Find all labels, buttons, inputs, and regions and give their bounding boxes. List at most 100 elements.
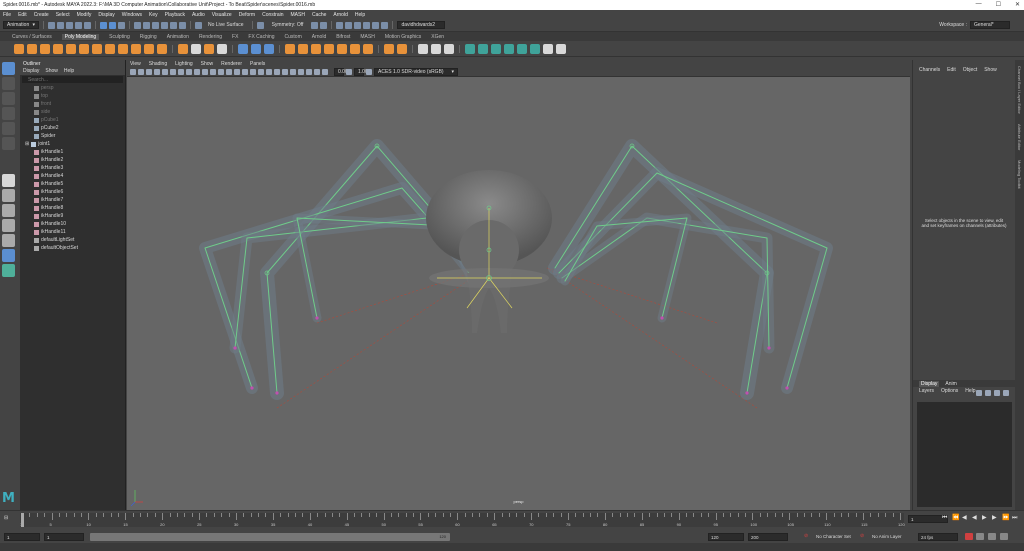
step-forward-key-icon[interactable]: ⏩ bbox=[1002, 515, 1009, 521]
menu-help[interactable]: Help bbox=[355, 12, 365, 18]
layer-menu-options[interactable]: Options bbox=[941, 388, 958, 394]
menu-windows[interactable]: Windows bbox=[122, 12, 142, 18]
search-icon[interactable] bbox=[2, 264, 15, 277]
target-weld-icon[interactable] bbox=[444, 43, 454, 54]
outliner-item[interactable]: ikHandle8 bbox=[20, 204, 125, 212]
multi-cut-icon[interactable] bbox=[363, 43, 373, 54]
field-chart-icon[interactable] bbox=[194, 68, 200, 75]
torus-icon[interactable] bbox=[66, 43, 76, 54]
menu-deform[interactable]: Deform bbox=[239, 12, 255, 18]
select-object-icon[interactable] bbox=[109, 21, 116, 29]
menu-arnold[interactable]: Arnold bbox=[333, 12, 347, 18]
persp-outliner-icon[interactable] bbox=[2, 234, 15, 247]
outliner-item[interactable]: top bbox=[20, 92, 125, 100]
menu-visualize[interactable]: Visualize bbox=[212, 12, 232, 18]
outliner-item[interactable]: ikHandle9 bbox=[20, 212, 125, 220]
lasso-tool-icon[interactable] bbox=[2, 77, 15, 90]
end-time-field[interactable]: 200 bbox=[748, 533, 788, 541]
viewport-menu-lighting[interactable]: Lighting bbox=[175, 61, 193, 67]
outliner-item[interactable]: ⊞ joint1 bbox=[20, 140, 125, 148]
mirror-icon[interactable] bbox=[384, 43, 394, 54]
cut-uv-icon[interactable] bbox=[517, 43, 527, 54]
outliner-layout-icon[interactable] bbox=[2, 249, 15, 262]
shelf-tab-curves-surfaces[interactable]: Curves / Surfaces bbox=[12, 34, 52, 40]
outliner-item[interactable]: persp bbox=[20, 84, 125, 92]
select-component-icon[interactable] bbox=[118, 21, 125, 29]
snap-surface-icon[interactable] bbox=[170, 21, 177, 29]
helix-icon[interactable] bbox=[157, 43, 167, 54]
outliner-item[interactable]: side bbox=[20, 108, 125, 116]
persp-graph-icon[interactable] bbox=[2, 219, 15, 232]
move-layer-down-icon[interactable] bbox=[1003, 390, 1009, 396]
snap-curve-icon[interactable] bbox=[143, 21, 150, 29]
range-end-field[interactable]: 120 bbox=[708, 533, 744, 541]
symmetry-label[interactable]: Symmetry: Off bbox=[272, 22, 304, 28]
image-plane-icon[interactable] bbox=[154, 68, 160, 75]
menu-cache[interactable]: Cache bbox=[312, 12, 326, 18]
gamma-field[interactable]: 1.00 bbox=[354, 67, 368, 76]
xray-joints-icon[interactable] bbox=[306, 68, 312, 75]
menu-key[interactable]: Key bbox=[149, 12, 158, 18]
cone-icon[interactable] bbox=[53, 43, 63, 54]
undo-icon[interactable] bbox=[75, 21, 82, 29]
viewport-menu-renderer[interactable]: Renderer bbox=[221, 61, 242, 67]
channelbox-menu-channels[interactable]: Channels bbox=[919, 67, 940, 73]
text-icon[interactable] bbox=[204, 43, 214, 54]
render-frame-icon[interactable] bbox=[345, 21, 353, 29]
menu-audio[interactable]: Audio bbox=[192, 12, 205, 18]
play-forward-icon[interactable]: ▶ bbox=[982, 515, 988, 521]
safe-title-icon[interactable] bbox=[210, 68, 216, 75]
key-settings-icon[interactable] bbox=[976, 533, 984, 540]
render-view-icon[interactable] bbox=[336, 21, 344, 29]
bevel-icon[interactable] bbox=[285, 43, 295, 54]
planar-uv-icon[interactable] bbox=[478, 43, 488, 54]
side-tab-modeling-toolkit[interactable]: Modeling Toolkit bbox=[1017, 160, 1022, 189]
use-all-lights-icon[interactable] bbox=[250, 68, 256, 75]
resolution-gate-icon[interactable] bbox=[178, 68, 184, 75]
workspace-dropdown[interactable]: General* bbox=[970, 21, 1010, 29]
pipe-icon[interactable] bbox=[144, 43, 154, 54]
side-tab-channel-box-layer-editor[interactable]: Channel Box / Layer Editor bbox=[1017, 66, 1022, 114]
menu-modify[interactable]: Modify bbox=[77, 12, 92, 18]
go-to-end-icon[interactable]: ⏭ bbox=[1012, 515, 1018, 521]
rotate-tool-icon[interactable] bbox=[2, 122, 15, 135]
close-button[interactable]: ✕ bbox=[1015, 1, 1020, 8]
outliner-item[interactable]: ikHandle3 bbox=[20, 164, 125, 172]
bridge-icon[interactable] bbox=[298, 43, 308, 54]
auto-key-icon[interactable] bbox=[965, 533, 973, 540]
camera-uv-icon[interactable] bbox=[504, 43, 514, 54]
snap-point-icon[interactable] bbox=[152, 21, 159, 29]
channelbox-menu-edit[interactable]: Edit bbox=[947, 67, 956, 73]
cube-icon[interactable] bbox=[27, 43, 37, 54]
current-frame-marker[interactable] bbox=[21, 513, 24, 527]
step-back-key-icon[interactable]: ⏪ bbox=[952, 515, 959, 521]
sphere-icon[interactable] bbox=[14, 43, 24, 54]
minimize-button[interactable]: — bbox=[976, 1, 982, 8]
user-dropdown[interactable]: davidhdwards2 bbox=[397, 21, 446, 29]
shelf-tab-mash[interactable]: MASH bbox=[360, 34, 374, 40]
shelf-tab-xgen[interactable]: XGen bbox=[431, 34, 444, 40]
render-icon[interactable] bbox=[320, 21, 328, 29]
outliner-item[interactable]: ikHandle10 bbox=[20, 220, 125, 228]
sphere-sweep-icon[interactable] bbox=[191, 43, 201, 54]
unfold-uv-icon[interactable] bbox=[543, 43, 553, 54]
new-scene-icon[interactable] bbox=[48, 21, 55, 29]
move-layer-up-icon[interactable] bbox=[994, 390, 1000, 396]
exposure-icon[interactable] bbox=[322, 68, 328, 75]
layer-menu-help[interactable]: Help bbox=[965, 388, 975, 394]
shelf-tab-poly-modeling[interactable]: Poly Modeling bbox=[61, 33, 100, 40]
snap-pivot-icon[interactable] bbox=[179, 21, 186, 29]
outliner-item[interactable]: defaultObjectSet bbox=[20, 244, 125, 252]
viewport-menu-panels[interactable]: Panels bbox=[250, 61, 265, 67]
symmetry-icon[interactable] bbox=[256, 21, 264, 29]
bookmark-icon[interactable] bbox=[146, 68, 152, 75]
paint-select-icon[interactable] bbox=[2, 92, 15, 105]
outliner-item[interactable]: ikHandle11 bbox=[20, 228, 125, 236]
fps-dropdown[interactable]: 24 fps bbox=[918, 533, 958, 541]
outliner-item[interactable]: front bbox=[20, 100, 125, 108]
select-hierarchy-icon[interactable] bbox=[100, 21, 107, 29]
live-surface-label[interactable]: No Live Surface bbox=[208, 22, 244, 28]
play-backward-icon[interactable]: ◀ bbox=[972, 515, 978, 521]
channelbox-menu-object[interactable]: Object bbox=[963, 67, 977, 73]
cylinder-icon[interactable] bbox=[40, 43, 50, 54]
